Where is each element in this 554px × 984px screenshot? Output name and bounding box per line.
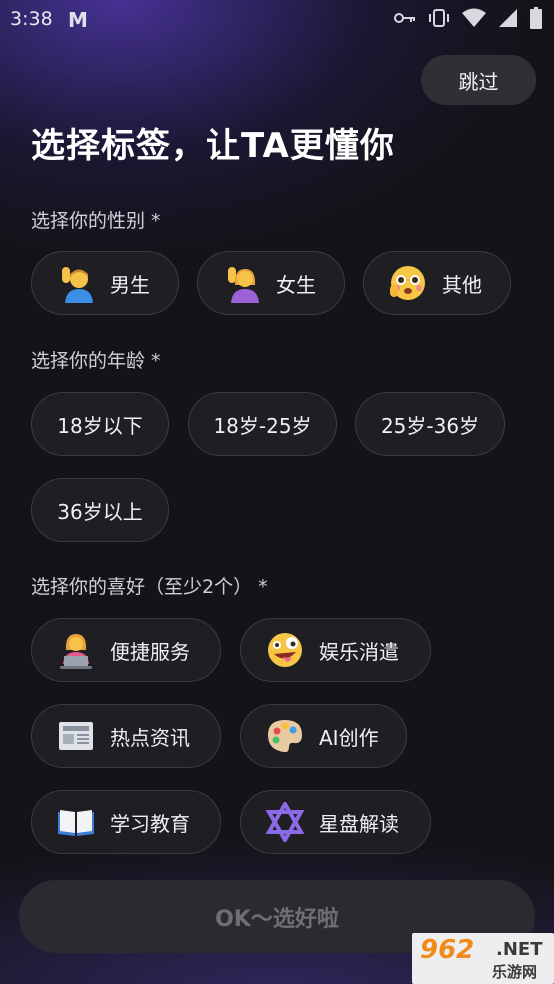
watermark-net: .NET: [496, 939, 543, 960]
palette-icon: [265, 716, 305, 756]
interest-option-entertainment[interactable]: 娱乐消遣: [240, 618, 431, 682]
skip-button[interactable]: 跳过: [421, 55, 536, 105]
man-raising-hand-icon: [56, 263, 96, 303]
interest-option-astrology[interactable]: 星盘解读: [240, 790, 431, 854]
woman-raising-hand-icon: [222, 263, 262, 303]
age-option-25-36[interactable]: 25岁-36岁: [355, 392, 505, 456]
age-option-label: 18岁以下: [57, 413, 143, 438]
interest-option-label: 星盘解读: [319, 811, 399, 836]
flushed-face-icon: [388, 263, 428, 303]
status-time: 3:38: [10, 8, 53, 30]
interest-option-convenient-services[interactable]: 便捷服务: [31, 618, 221, 682]
gmail-icon: M: [68, 8, 88, 32]
age-option-under-18[interactable]: 18岁以下: [31, 392, 169, 456]
person-laptop-icon: [56, 630, 96, 670]
star-of-david-icon: [265, 802, 305, 842]
page-title: 选择标签，让TA更懂你: [31, 126, 395, 166]
wifi-icon: [462, 8, 486, 28]
gender-option-label: 男生: [110, 272, 150, 297]
signal-icon: [498, 8, 518, 28]
age-option-label: 18岁-25岁: [213, 413, 312, 438]
gender-option-label: 其他: [442, 272, 482, 297]
gender-option-male[interactable]: 男生: [31, 251, 179, 315]
status-icons: [394, 7, 542, 29]
age-option-label: 36岁以上: [57, 499, 143, 524]
watermark-number: 962: [420, 935, 475, 965]
interest-option-education[interactable]: 学习教育: [31, 790, 221, 854]
age-option-label: 25岁-36岁: [380, 413, 480, 438]
gender-option-label: 女生: [276, 272, 316, 297]
gender-option-other[interactable]: 其他: [363, 251, 511, 315]
interest-option-label: AI创作: [319, 725, 379, 750]
key-icon: [394, 11, 416, 25]
watermark-site: 乐游网: [492, 963, 538, 981]
interest-option-label: 便捷服务: [110, 639, 190, 664]
interest-option-label: 学习教育: [110, 811, 190, 836]
age-option-18-25[interactable]: 18岁-25岁: [188, 392, 337, 456]
watermark: 962 .NET 乐游网: [412, 933, 554, 984]
gender-option-female[interactable]: 女生: [197, 251, 345, 315]
interest-option-hot-news[interactable]: 热点资讯: [31, 704, 221, 768]
status-bar: 3:38 M: [0, 0, 554, 38]
open-book-icon: [56, 802, 96, 842]
newspaper-icon: [56, 716, 96, 756]
vibrate-icon: [428, 7, 450, 29]
interests-section-label: 选择你的喜好（至少2个） *: [31, 576, 268, 598]
age-option-over-36[interactable]: 36岁以上: [31, 478, 169, 542]
interest-option-label: 娱乐消遣: [319, 639, 399, 664]
gender-section-label: 选择你的性别 *: [31, 210, 161, 232]
battery-icon: [530, 7, 542, 29]
interest-option-ai-creation[interactable]: AI创作: [240, 704, 407, 768]
age-section-label: 选择你的年龄 *: [31, 350, 161, 372]
interest-option-label: 热点资讯: [110, 725, 190, 750]
zany-face-icon: [265, 630, 305, 670]
